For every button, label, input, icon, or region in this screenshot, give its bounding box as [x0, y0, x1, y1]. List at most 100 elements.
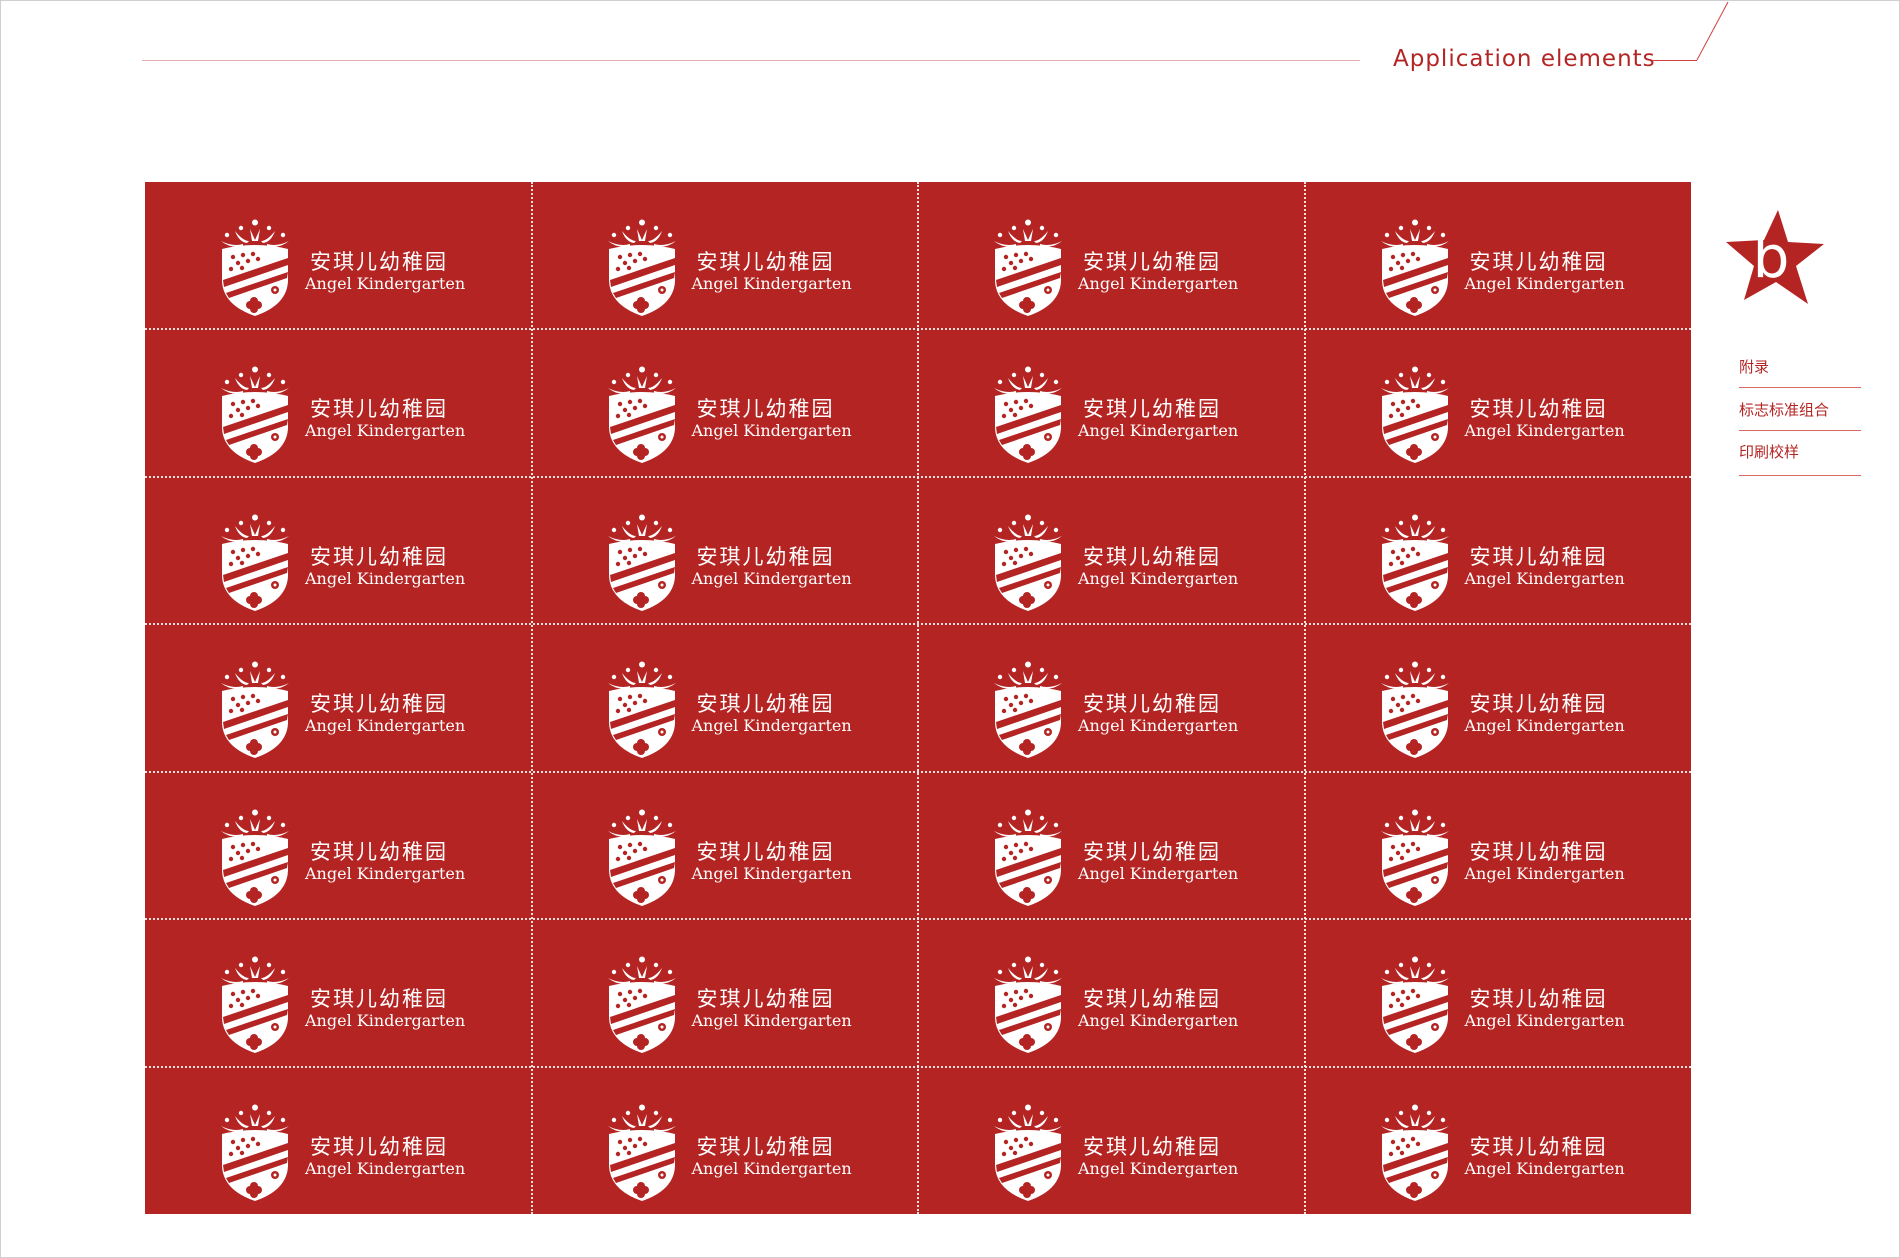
cut-line-horizontal — [145, 770, 1691, 773]
label-cell: 安琪儿幼稚园 Angel Kindergarten — [532, 624, 919, 771]
label-name-en: Angel Kindergarten — [1078, 274, 1239, 293]
label-cell: 安琪儿幼稚园 Angel Kindergarten — [145, 772, 532, 919]
label-name-cn: 安琪儿幼稚园 — [1469, 397, 1608, 422]
crest-crown-icon — [607, 1104, 676, 1201]
label-name-en: Angel Kindergarten — [691, 274, 852, 293]
crest-crown-icon — [1380, 219, 1449, 316]
label-name-en: Angel Kindergarten — [1078, 716, 1239, 736]
label-cell: 安琪儿幼稚园 Angel Kindergarten — [532, 477, 919, 624]
label-name-en: Angel Kindergarten — [1464, 1158, 1625, 1178]
label-cell: 安琪儿幼稚园 Angel Kindergarten — [1305, 1067, 1692, 1214]
side-nav-rule — [1739, 387, 1861, 388]
crest-crown-icon — [607, 809, 676, 906]
crest-crown-icon — [994, 661, 1062, 759]
label-cell: 安琪儿幼稚园 Angel Kindergarten — [918, 624, 1305, 771]
cut-line-horizontal — [145, 918, 1691, 921]
label-name-en: Angel Kindergarten — [305, 274, 466, 293]
cut-line-vertical — [917, 182, 919, 1214]
crest-crown-icon — [994, 1104, 1062, 1201]
label-name-cn: 安琪儿幼稚园 — [1469, 987, 1608, 1012]
label-name-cn: 安琪儿幼稚园 — [1083, 250, 1221, 274]
label-name-cn: 安琪儿幼稚园 — [310, 1134, 448, 1159]
cut-line-vertical — [1303, 182, 1306, 1214]
label-name-cn: 安琪儿幼稚园 — [1083, 397, 1221, 422]
label-name-cn: 安琪儿幼稚园 — [1083, 839, 1221, 864]
label-cell: 安琪儿幼稚园 Angel Kindergarten — [145, 477, 532, 624]
label-cell: 安琪儿幼稚园 Angel Kindergarten — [1305, 772, 1692, 919]
crest-crown-icon — [221, 661, 289, 759]
crest-crown-icon — [607, 366, 676, 464]
label-name-cn: 安琪儿幼稚园 — [1469, 839, 1608, 864]
label-name-en: Angel Kindergarten — [305, 421, 466, 441]
label-name-en: Angel Kindergarten — [305, 1011, 466, 1031]
label-name-en: Angel Kindergarten — [1078, 568, 1239, 588]
label-cell: 安琪儿幼稚园 Angel Kindergarten — [918, 1067, 1305, 1214]
crest-crown-icon — [221, 219, 289, 316]
label-name-cn: 安琪儿幼稚园 — [696, 397, 835, 422]
crest-crown-icon — [607, 956, 676, 1054]
label-name-cn: 安琪儿幼稚园 — [1469, 250, 1608, 274]
cut-line-horizontal — [145, 328, 1691, 331]
label-name-en: Angel Kindergarten — [1464, 568, 1625, 588]
label-name-en: Angel Kindergarten — [691, 716, 852, 736]
label-name-cn: 安琪儿幼稚园 — [696, 544, 835, 569]
label-cell: 安琪儿幼稚园 Angel Kindergarten — [532, 919, 919, 1066]
header-slash-decoration — [1696, 1, 1729, 61]
label-cell: 安琪儿幼稚园 Angel Kindergarten — [145, 624, 532, 771]
crest-crown-icon — [607, 514, 676, 611]
label-name-cn: 安琪儿幼稚园 — [1083, 544, 1221, 569]
label-name-en: Angel Kindergarten — [1464, 1011, 1625, 1031]
label-name-en: Angel Kindergarten — [1464, 716, 1625, 736]
label-cell: 安琪儿幼稚园 Angel Kindergarten — [1305, 182, 1692, 329]
crest-crown-icon — [994, 514, 1062, 611]
label-name-en: Angel Kindergarten — [1464, 274, 1625, 293]
label-name-cn: 安琪儿幼稚园 — [310, 397, 448, 422]
label-name-cn: 安琪儿幼稚园 — [1469, 1134, 1608, 1159]
label-name-cn: 安琪儿幼稚园 — [310, 839, 448, 864]
label-name-cn: 安琪儿幼稚园 — [696, 692, 835, 717]
label-name-cn: 安琪儿幼稚园 — [310, 692, 448, 717]
label-cell: 安琪儿幼稚园 Angel Kindergarten — [918, 772, 1305, 919]
crest-crown-icon — [1380, 514, 1449, 611]
crest-crown-icon — [221, 956, 289, 1054]
label-sheet: 安琪儿幼稚园 Angel Kindergarten 安琪儿幼稚园 Angel K… — [145, 182, 1691, 1214]
label-cell: 安琪儿幼稚园 Angel Kindergarten — [145, 182, 532, 329]
label-cell: 安琪儿幼稚园 Angel Kindergarten — [918, 477, 1305, 624]
crest-crown-icon — [1380, 661, 1449, 759]
crest-crown-icon — [221, 809, 289, 906]
label-name-cn: 安琪儿幼稚园 — [1469, 692, 1608, 717]
section-badge-letter: b — [1752, 223, 1790, 291]
crest-crown-icon — [994, 366, 1062, 464]
side-nav-item-print-proof[interactable]: 印刷校样 — [1739, 445, 1799, 460]
side-nav-item-appendix[interactable]: 附录 — [1739, 360, 1769, 375]
label-name-en: Angel Kindergarten — [691, 568, 852, 588]
label-name-en: Angel Kindergarten — [305, 863, 466, 883]
crest-crown-icon — [1380, 1104, 1449, 1201]
label-name-en: Angel Kindergarten — [305, 568, 466, 588]
label-name-en: Angel Kindergarten — [1078, 1011, 1239, 1031]
label-name-cn: 安琪儿幼稚园 — [696, 987, 835, 1012]
crest-crown-icon — [607, 661, 676, 759]
crest-crown-icon — [607, 219, 676, 316]
crest-crown-icon — [221, 1104, 289, 1201]
label-name-cn: 安琪儿幼稚园 — [310, 250, 448, 274]
label-name-en: Angel Kindergarten — [305, 716, 466, 736]
label-cell: 安琪儿幼稚园 Angel Kindergarten — [918, 329, 1305, 476]
label-name-en: Angel Kindergarten — [691, 863, 852, 883]
label-cell: 安琪儿幼稚园 Angel Kindergarten — [1305, 477, 1692, 624]
cut-line-vertical — [530, 182, 533, 1214]
crest-crown-icon — [221, 366, 289, 464]
label-name-cn: 安琪儿幼稚园 — [696, 250, 835, 274]
label-name-cn: 安琪儿幼稚园 — [696, 1134, 835, 1159]
side-nav-item-logo-standard[interactable]: 标志标准组合 — [1739, 403, 1829, 418]
cut-line-horizontal — [145, 623, 1691, 626]
label-name-cn: 安琪儿幼稚园 — [1469, 544, 1608, 569]
crest-crown-icon — [1380, 366, 1449, 464]
label-name-en: Angel Kindergarten — [1078, 421, 1239, 441]
label-name-cn: 安琪儿幼稚园 — [1083, 1134, 1221, 1159]
label-name-en: Angel Kindergarten — [1464, 421, 1625, 441]
label-name-en: Angel Kindergarten — [1464, 863, 1625, 883]
crest-crown-icon — [994, 219, 1062, 316]
label-cell: 安琪儿幼稚园 Angel Kindergarten — [532, 329, 919, 476]
crest-crown-icon — [1380, 809, 1449, 906]
